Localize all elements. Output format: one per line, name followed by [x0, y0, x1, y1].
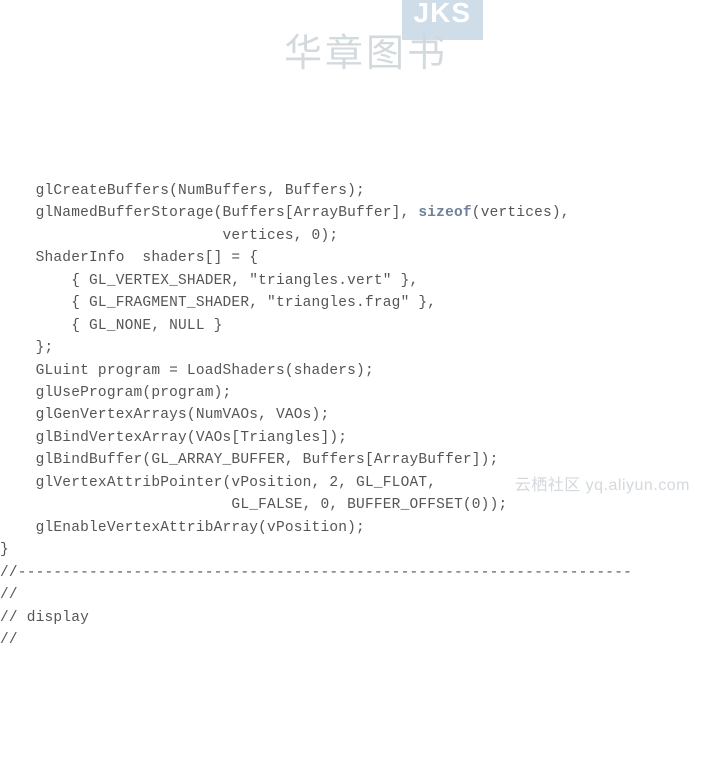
code-line: glGenVertexArrays(NumVAOs, VAOs); — [0, 404, 708, 426]
code-line: // display — [0, 607, 708, 629]
code-line: glNamedBufferStorage(Buffers[ArrayBuffer… — [0, 202, 708, 224]
code-line: { GL_NONE, NULL } — [0, 315, 708, 337]
code-line: //--------------------------------------… — [0, 562, 708, 584]
code-line: glCreateBuffers(NumBuffers, Buffers); — [0, 180, 708, 202]
code-line: { GL_VERTEX_SHADER, "triangles.vert" }, — [0, 270, 708, 292]
code-line: glUseProgram(program); — [0, 382, 708, 404]
code-line: glEnableVertexAttribArray(vPosition); — [0, 517, 708, 539]
code-line: GL_FALSE, 0, BUFFER_OFFSET(0)); — [0, 494, 708, 516]
code-block: glCreateBuffers(NumBuffers, Buffers); gl… — [0, 180, 708, 652]
code-line: // — [0, 629, 708, 651]
code-line: glVertexAttribPointer(vPosition, 2, GL_F… — [0, 472, 708, 494]
code-line: ShaderInfo shaders[] = { — [0, 247, 708, 269]
code-line: vertices, 0); — [0, 225, 708, 247]
code-line: glBindVertexArray(VAOs[Triangles]); — [0, 427, 708, 449]
code-line: }; — [0, 337, 708, 359]
keyword-sizeof: sizeof — [418, 205, 471, 221]
code-text: glNamedBufferStorage(Buffers[ArrayBuffer… — [0, 205, 418, 221]
code-text: (vertices), — [472, 205, 570, 221]
code-line: // — [0, 584, 708, 606]
code-line: { GL_FRAGMENT_SHADER, "triangles.frag" }… — [0, 292, 708, 314]
code-line: } — [0, 539, 708, 561]
code-line: GLuint program = LoadShaders(shaders); — [0, 360, 708, 382]
code-line: glBindBuffer(GL_ARRAY_BUFFER, Buffers[Ar… — [0, 449, 708, 471]
watermark-cn: 华章图书 — [284, 25, 448, 84]
